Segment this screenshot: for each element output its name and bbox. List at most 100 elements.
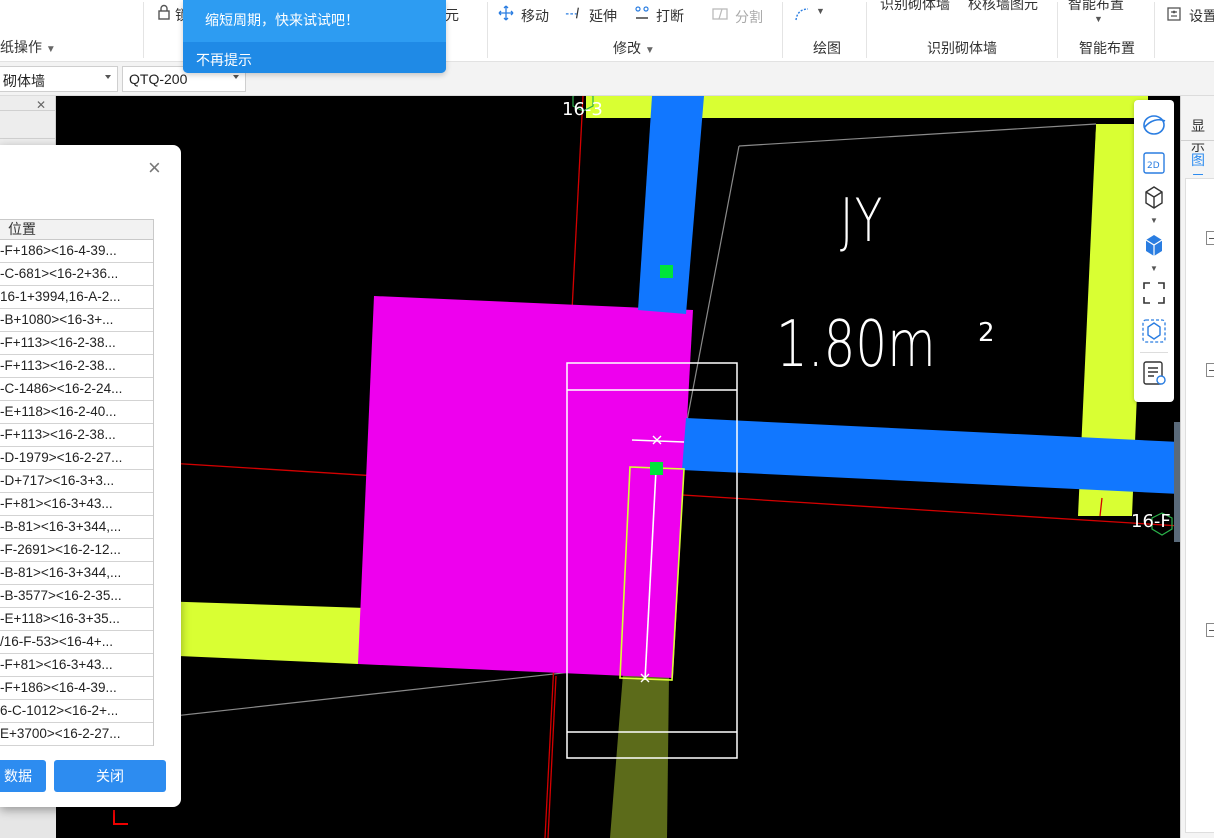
split-button[interactable]: 分割 bbox=[735, 7, 763, 27]
view-toolbar: 2D ▼ ▼ bbox=[1134, 100, 1174, 402]
drawing-ops-label: 纸操作 bbox=[0, 39, 42, 55]
toolbar-divider bbox=[1140, 352, 1168, 353]
recognize-wall-button[interactable]: 识别砌体墙 bbox=[880, 0, 950, 14]
table-row[interactable]: E+3700><16-2-27... bbox=[0, 723, 153, 746]
table-row[interactable]: 6-C-1012><16-2+... bbox=[0, 700, 153, 723]
extend-button[interactable]: 延伸 bbox=[589, 6, 617, 26]
table-row[interactable]: /16-F-53><16-4+... bbox=[0, 631, 153, 654]
ribbon-separator bbox=[1057, 2, 1058, 58]
orbit-view-icon[interactable] bbox=[1141, 112, 1167, 138]
modify-group-label: 修改 bbox=[613, 40, 641, 56]
table-row[interactable]: -C-681><16-2+36... bbox=[0, 263, 153, 286]
chevron-down-icon bbox=[233, 75, 239, 79]
collapse-icon[interactable] bbox=[1206, 363, 1214, 377]
wall-olive[interactable] bbox=[610, 674, 669, 838]
ribbon-separator bbox=[866, 2, 867, 58]
table-row[interactable]: -F+113><16-2-38... bbox=[0, 355, 153, 378]
table-row[interactable]: -E+118><16-3+35... bbox=[0, 608, 153, 631]
chevron-down-icon[interactable]: ▼ bbox=[1150, 216, 1158, 225]
wall-blue-vertical[interactable] bbox=[638, 96, 704, 314]
grip-handle[interactable] bbox=[660, 265, 673, 278]
view-2d-icon[interactable]: 2D bbox=[1141, 150, 1167, 176]
table-row[interactable]: -F+113><16-2-38... bbox=[0, 332, 153, 355]
room-area-unit-superscript: 2 bbox=[978, 318, 995, 348]
table-row[interactable]: -B+1080><16-3+... bbox=[0, 309, 153, 332]
close-button[interactable]: 关闭 bbox=[54, 760, 166, 792]
arc-draw-icon[interactable] bbox=[794, 6, 810, 22]
grip-handle[interactable] bbox=[650, 462, 663, 475]
axis-label-right: 16-F bbox=[1131, 511, 1171, 532]
column-magenta[interactable] bbox=[358, 296, 693, 678]
break-icon[interactable] bbox=[634, 5, 650, 21]
component-name-value: QTQ-200 bbox=[129, 71, 188, 87]
room-name-label: JY bbox=[840, 186, 884, 256]
data-button[interactable]: 数据 bbox=[0, 760, 46, 792]
break-button[interactable]: 打断 bbox=[656, 6, 684, 26]
table-row[interactable]: -B-81><16-3+344,... bbox=[0, 516, 153, 539]
view-3d-wire-icon[interactable] bbox=[1141, 184, 1167, 210]
panel-divider bbox=[1181, 140, 1214, 141]
room-jy[interactable] bbox=[688, 118, 1096, 441]
verify-wall-button[interactable]: 校核墙图元 bbox=[968, 0, 1038, 14]
right-side-panel: 显示 图元 bbox=[1180, 96, 1214, 838]
fullscreen-icon[interactable] bbox=[1141, 280, 1167, 306]
move-button[interactable]: 移动 bbox=[521, 6, 549, 26]
smart-layout-button[interactable]: 智能布置 bbox=[1068, 0, 1124, 14]
isolate-view-icon[interactable] bbox=[1141, 318, 1167, 344]
table-row[interactable]: -B-81><16-3+344,... bbox=[0, 562, 153, 585]
draw-group: 绘图 bbox=[813, 40, 841, 56]
component-type-value: 砌体墙 bbox=[3, 73, 45, 89]
arc-dropdown-caret[interactable]: ▼ bbox=[816, 6, 825, 16]
room-area-label: 1.80m bbox=[776, 308, 936, 382]
axis-label-top: 16-3 bbox=[562, 99, 603, 120]
recognize-group: 识别砌体墙 bbox=[927, 40, 997, 56]
settings-button[interactable]: 设置 bbox=[1189, 6, 1214, 26]
column-header-location: 位置 bbox=[0, 220, 153, 240]
split-icon[interactable] bbox=[712, 6, 728, 22]
smart-layout-caret[interactable]: ▼ bbox=[1094, 14, 1103, 24]
collapse-icon[interactable] bbox=[1206, 231, 1214, 245]
extend-icon[interactable] bbox=[565, 5, 581, 21]
chevron-down-icon bbox=[105, 75, 111, 79]
table-row[interactable]: -B-3577><16-2-35... bbox=[0, 585, 153, 608]
table-row[interactable]: 16-1+3994,16-A-2... bbox=[0, 286, 153, 309]
component-type-select[interactable]: 砌体墙 bbox=[0, 66, 118, 92]
move-icon[interactable] bbox=[498, 5, 514, 21]
modify-group[interactable]: 修改 ▼ bbox=[613, 38, 655, 58]
table-row[interactable]: -F+81><16-3+43... bbox=[0, 654, 153, 677]
panel-divider bbox=[0, 110, 56, 111]
drawing-ops-group[interactable]: 纸操作 ▼ bbox=[0, 37, 56, 57]
table-row[interactable]: -F+186><16-4-39... bbox=[0, 240, 153, 263]
close-button-label: 关闭 bbox=[96, 768, 124, 784]
data-button-label: 数据 bbox=[4, 768, 32, 784]
ribbon-separator bbox=[143, 2, 144, 58]
drawing-canvas[interactable]: 16-3 16-F JY 1.80m 2 bbox=[56, 96, 1180, 838]
wall-left-yellow[interactable] bbox=[156, 601, 366, 664]
promo-tooltip: 缩短周期，快来试试吧！ 不再提示 bbox=[183, 0, 446, 73]
chevron-down-icon[interactable]: ▼ bbox=[1150, 264, 1158, 273]
table-row[interactable]: -F+186><16-4-39... bbox=[0, 677, 153, 700]
ribbon-separator bbox=[1154, 2, 1155, 58]
panel-divider bbox=[0, 138, 56, 139]
table-row[interactable]: -F+81><16-3+43... bbox=[0, 493, 153, 516]
panel-footer bbox=[0, 806, 56, 838]
close-icon[interactable]: × bbox=[148, 157, 161, 179]
tooltip-message: 缩短周期，快来试试吧！ bbox=[205, 12, 359, 28]
results-table: 位置 -F+186><16-4-39... -C-681><16-2+36... 1… bbox=[0, 219, 154, 746]
element-label[interactable]: 元 bbox=[445, 5, 459, 25]
dont-show-again-link[interactable]: 不再提示 bbox=[196, 50, 252, 70]
results-dialog: × 位置 -F+186><16-4-39... -C-681><16-2+36..… bbox=[0, 145, 181, 807]
cad-drawing[interactable] bbox=[56, 96, 1180, 838]
view-3d-solid-icon[interactable] bbox=[1141, 232, 1167, 258]
settings-icon[interactable] bbox=[1166, 6, 1182, 22]
ucs-axis-icon bbox=[113, 810, 128, 825]
table-row[interactable]: -E+118><16-2-40... bbox=[0, 401, 153, 424]
table-row[interactable]: -D+717><16-3+3... bbox=[0, 470, 153, 493]
table-row[interactable]: -F-2691><16-2-12... bbox=[0, 539, 153, 562]
collapse-icon[interactable] bbox=[1206, 623, 1214, 637]
table-row[interactable]: -C-1486><16-2-24... bbox=[0, 378, 153, 401]
property-view-icon[interactable] bbox=[1141, 360, 1167, 386]
table-row[interactable]: -F+113><16-2-38... bbox=[0, 424, 153, 447]
lock-icon[interactable] bbox=[156, 4, 172, 20]
table-row[interactable]: -D-1979><16-2-27... bbox=[0, 447, 153, 470]
